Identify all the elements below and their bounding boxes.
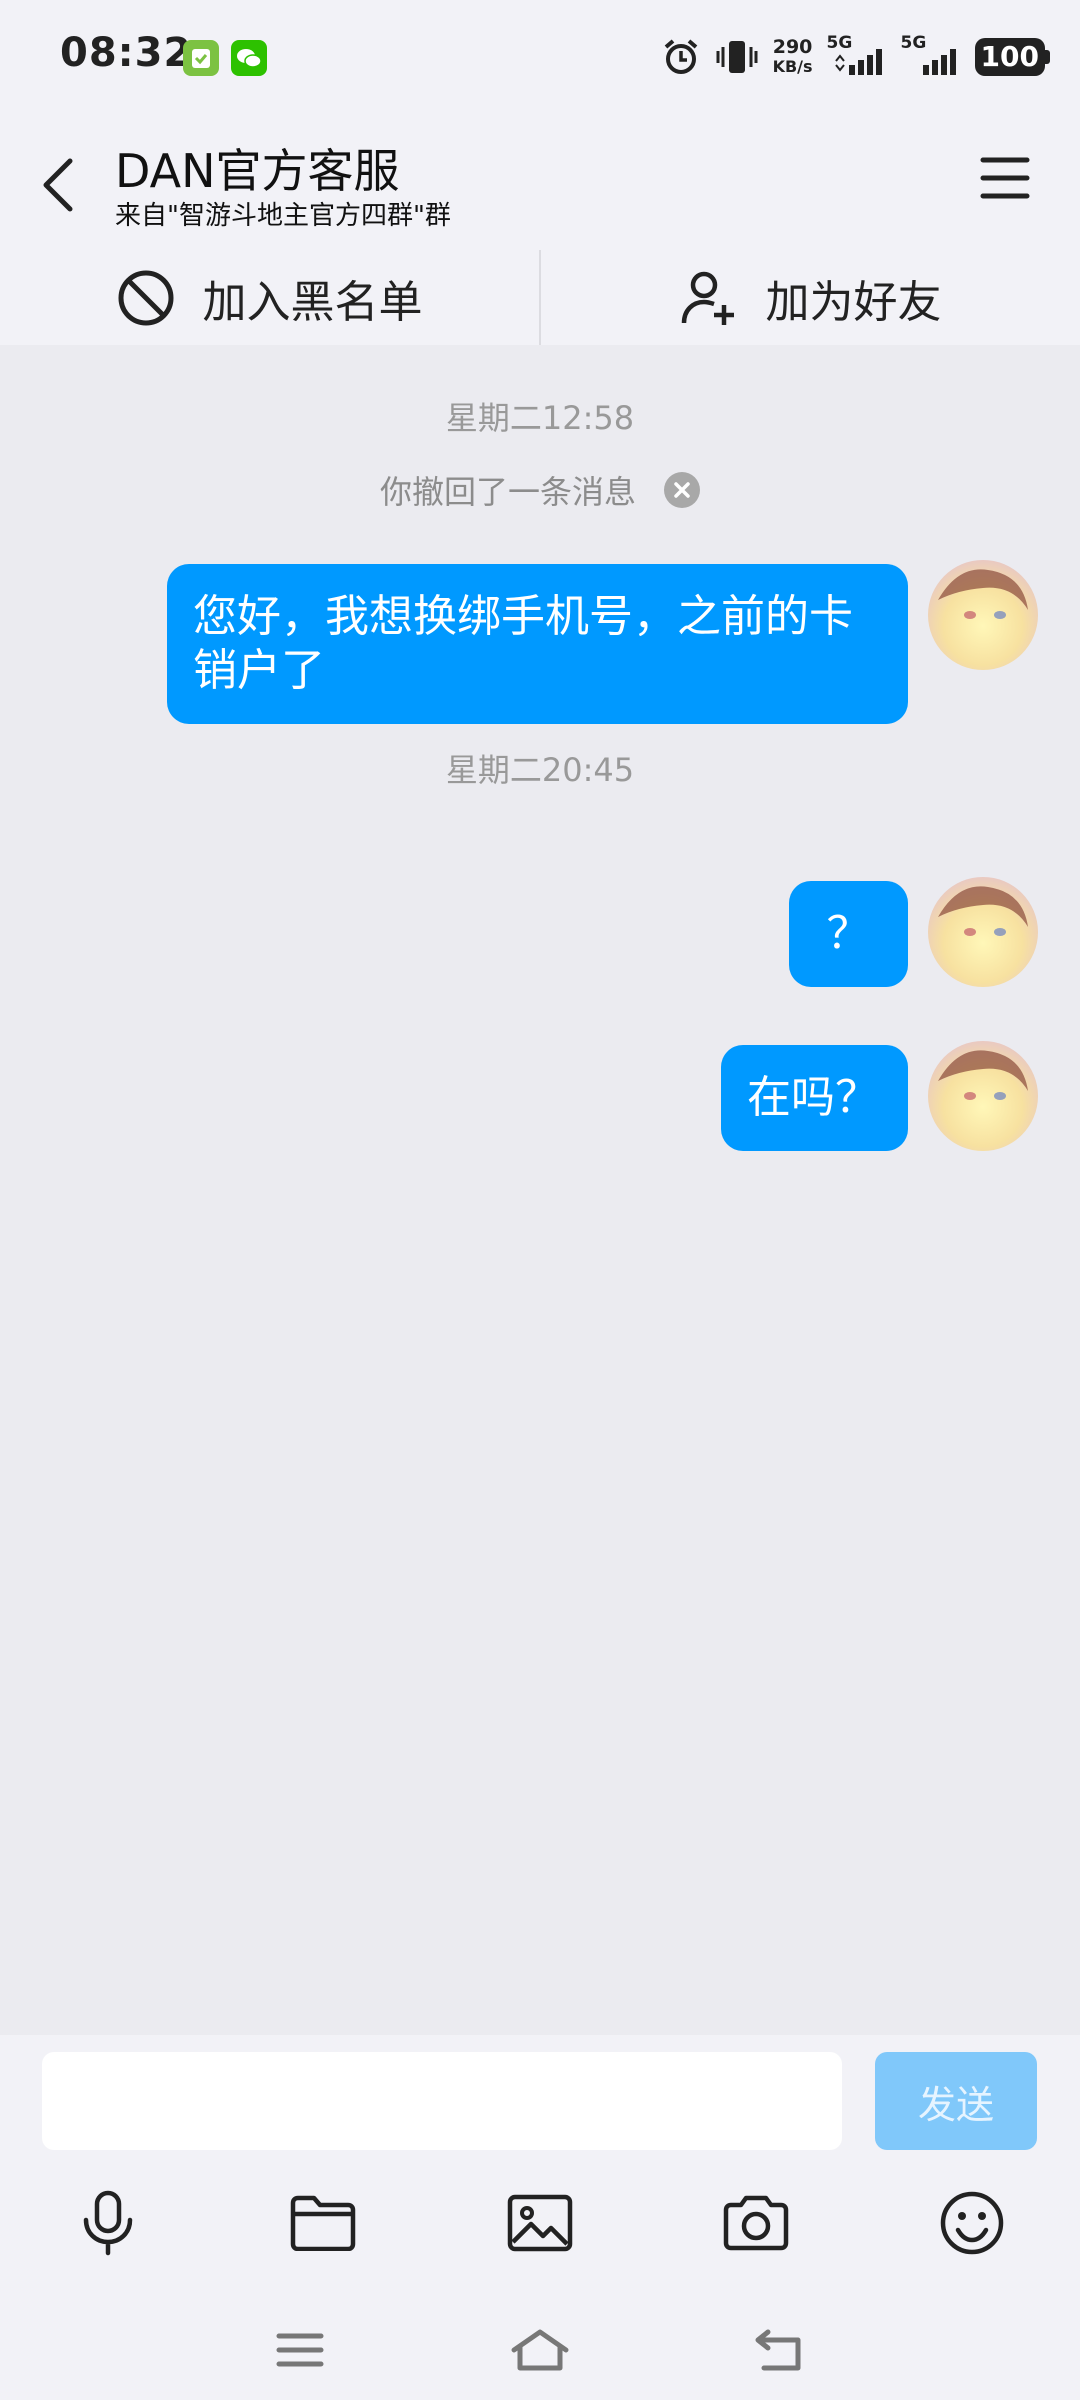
microphone-icon [83, 2190, 133, 2256]
battery-tip [1045, 50, 1050, 64]
action-bar: 加入黑名单 加为好友 [0, 250, 1080, 345]
status-bar: 08:32 290 KB/s 5G 5G 100 [0, 0, 1080, 115]
vibrate-icon [716, 41, 758, 73]
signal-5g-2: 5G [901, 33, 961, 77]
net-speed-unit: KB/s [772, 57, 813, 76]
avatar[interactable] [928, 560, 1038, 670]
recall-notice: 你撤回了一条消息 [0, 467, 1080, 513]
image-button[interactable] [500, 2183, 580, 2263]
nav-recents-button[interactable] [260, 2315, 340, 2385]
signal-bars-icon [834, 49, 882, 75]
message-input[interactable] [42, 2052, 842, 2150]
nav-back-button[interactable] [740, 2315, 820, 2385]
close-icon[interactable] [664, 472, 700, 508]
avatar[interactable] [928, 877, 1038, 987]
folder-icon [290, 2195, 356, 2251]
timestamp-1: 星期二12:58 [445, 399, 635, 437]
block-icon [118, 270, 173, 325]
alarm-icon [664, 39, 697, 74]
add-user-icon [681, 271, 734, 325]
wallet-app-icon [183, 40, 219, 76]
nav-home-button[interactable] [500, 2315, 580, 2385]
recall-text: 你撤回了一条消息 [379, 473, 636, 511]
emoji-button[interactable] [932, 2183, 1012, 2263]
net-speed-value: 290 [772, 36, 813, 58]
smiley-icon [940, 2191, 1004, 2255]
chat-area[interactable]: 星期二12:58 你撤回了一条消息 您好，我想换绑手机号，之前的卡销户了 星期二… [0, 345, 1080, 2035]
camera-button[interactable] [716, 2183, 796, 2263]
net-speed: 290 KB/s [773, 37, 813, 77]
signal-bars-icon [922, 49, 956, 75]
chevron-left-icon [43, 158, 73, 212]
timestamp-2: 星期二20:45 [445, 751, 635, 789]
blacklist-button[interactable]: 加入黑名单 [0, 250, 539, 345]
voice-button[interactable] [68, 2183, 148, 2263]
wechat-icon [231, 40, 267, 76]
input-area: 发送 [0, 2035, 1080, 2400]
message-bubble-1[interactable]: 您好，我想换绑手机号，之前的卡销户了 [167, 564, 908, 724]
file-button[interactable] [283, 2183, 363, 2263]
back-button[interactable] [38, 155, 78, 219]
status-right-group: 290 KB/s 5G 5G 100 [661, 32, 1050, 82]
recents-icon [276, 2333, 324, 2367]
message-bubble-3[interactable]: 在吗？ [721, 1045, 908, 1151]
camera-icon [723, 2195, 789, 2251]
add-friend-button[interactable]: 加为好友 [541, 250, 1080, 345]
menu-button[interactable] [980, 155, 1030, 205]
page-title: DAN官方客服 [115, 144, 400, 198]
hamburger-menu-icon [980, 157, 1030, 199]
back-arrow-icon [755, 2329, 801, 2371]
send-button[interactable]: 发送 [875, 2052, 1037, 2150]
blacklist-label: 加入黑名单 [202, 276, 423, 328]
avatar[interactable] [928, 1041, 1038, 1151]
page-subtitle: 来自"智游斗地主官方四群"群 [115, 201, 451, 231]
chat-header: DAN官方客服 来自"智游斗地主官方四群"群 [0, 115, 1080, 250]
image-icon [507, 2194, 573, 2252]
status-time: 08:32 [60, 30, 193, 76]
add-friend-label: 加为好友 [765, 276, 942, 328]
battery-indicator: 100 [974, 38, 1050, 76]
message-bubble-2[interactable]: ？ [789, 881, 908, 987]
signal-5g-1: 5G [827, 33, 887, 77]
battery-level: 100 [974, 38, 1045, 76]
home-icon [511, 2329, 569, 2371]
